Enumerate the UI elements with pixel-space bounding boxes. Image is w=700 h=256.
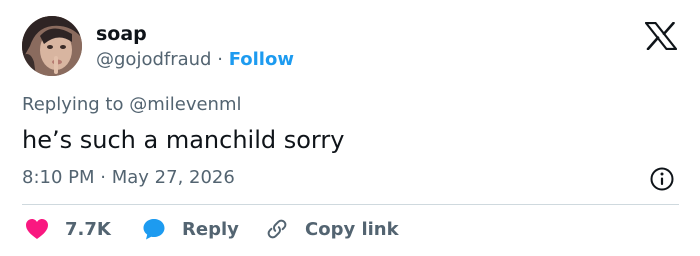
link-icon <box>267 219 287 239</box>
tweet-date[interactable]: May 27, 2026 <box>112 167 235 188</box>
author-handle[interactable]: @gojodfraud <box>96 49 211 70</box>
speech-bubble-icon <box>143 219 165 240</box>
info-icon[interactable] <box>649 166 675 192</box>
replying-to-mention[interactable]: @milevenml <box>129 94 241 115</box>
like-button[interactable]: 7.7K <box>25 216 111 242</box>
copy-link-button[interactable]: Copy link <box>265 216 399 242</box>
tweet-card: soap @gojodfraud · Follow Replying to @m… <box>0 0 700 256</box>
x-logo-icon[interactable] <box>644 21 678 51</box>
reply-button[interactable]: Reply <box>142 216 239 242</box>
copy-link-label: Copy link <box>305 218 399 240</box>
replying-to-label: Replying to <box>22 94 124 115</box>
divider <box>22 204 679 205</box>
replying-to: Replying to @milevenml <box>22 92 242 118</box>
heart-icon <box>26 219 48 239</box>
timestamp-separator: · <box>100 167 106 188</box>
like-count: 7.7K <box>65 218 111 240</box>
handle-separator: · <box>217 49 223 70</box>
display-name[interactable]: soap <box>96 22 147 46</box>
reply-label: Reply <box>182 218 239 240</box>
handle-row: @gojodfraud · Follow <box>96 48 294 72</box>
tweet-time[interactable]: 8:10 PM <box>22 167 95 188</box>
avatar[interactable] <box>22 16 82 76</box>
follow-button[interactable]: Follow <box>229 49 294 70</box>
timestamp: 8:10 PM · May 27, 2026 <box>22 166 235 190</box>
tweet-text: he’s such a manchild sorry <box>22 126 345 154</box>
